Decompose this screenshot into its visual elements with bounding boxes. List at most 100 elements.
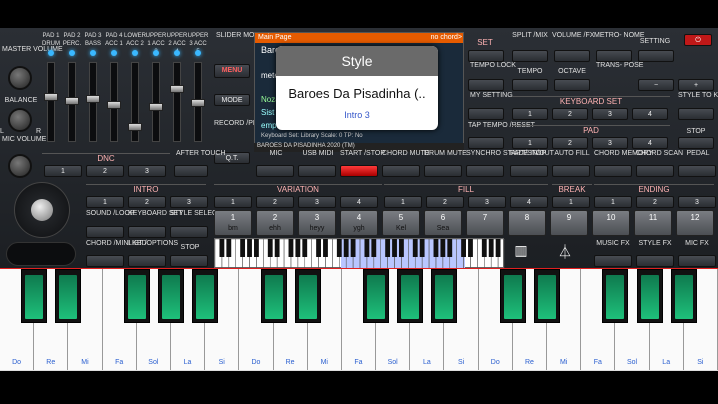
volume-slider-3[interactable] <box>86 62 100 142</box>
volume-slider-7[interactable] <box>170 62 184 142</box>
sample-pad-3[interactable]: 3 heyy <box>298 210 336 236</box>
synchro-button[interactable] <box>466 165 504 177</box>
tempo-lock-button[interactable] <box>468 79 504 91</box>
style-to-kbd-button[interactable] <box>678 108 714 120</box>
break-1-button[interactable]: 1 <box>552 196 590 208</box>
variation-4-button[interactable]: 4 <box>340 196 378 208</box>
slider-cap-8[interactable] <box>191 99 205 107</box>
black-key-6[interactable] <box>192 269 219 323</box>
slider-cap-2[interactable] <box>65 97 79 105</box>
sound-loop-button[interactable] <box>86 226 124 238</box>
black-key-1[interactable] <box>21 269 48 323</box>
black-key-2[interactable] <box>55 269 82 323</box>
keyboard-set-lower-button[interactable] <box>128 226 166 238</box>
mini-keyboard[interactable] <box>214 238 505 269</box>
mixer-icon[interactable]: ▥ <box>508 242 534 266</box>
black-key-18[interactable] <box>602 269 629 323</box>
black-key-4[interactable] <box>123 269 150 323</box>
pad-3-button[interactable]: 3 <box>592 137 628 149</box>
mic-volume-knob[interactable] <box>8 154 32 178</box>
intro-2-button[interactable]: 2 <box>128 196 166 208</box>
metronome-icon[interactable]: ⏃ <box>552 242 578 266</box>
set-button[interactable] <box>468 50 504 62</box>
list-options-button[interactable] <box>128 255 166 267</box>
slider-cap-5[interactable] <box>128 123 142 131</box>
chord-scan-button[interactable] <box>636 165 674 177</box>
black-key-15[interactable] <box>499 269 526 323</box>
chord-memory-button[interactable] <box>594 165 632 177</box>
tap-tempo-button[interactable] <box>468 137 504 149</box>
pedal-button[interactable] <box>678 165 716 177</box>
metronome-button[interactable] <box>596 50 632 62</box>
mic-fx-button[interactable] <box>678 255 716 267</box>
fill-3-button[interactable]: 3 <box>468 196 506 208</box>
pad-stop-button[interactable] <box>678 137 714 149</box>
tempo-button[interactable] <box>512 79 548 91</box>
ending-2-button[interactable]: 2 <box>636 196 674 208</box>
volume-fx-button[interactable] <box>554 50 590 62</box>
volume-slider-5[interactable] <box>128 62 142 142</box>
after-touch-button[interactable] <box>174 165 208 177</box>
sample-pad-11[interactable]: 11 <box>634 210 672 236</box>
black-key-8[interactable] <box>260 269 287 323</box>
setting-button[interactable] <box>638 50 674 62</box>
black-key-5[interactable] <box>157 269 184 323</box>
chord-mute-button[interactable] <box>382 165 420 177</box>
variation-1-button[interactable]: 1 <box>214 196 252 208</box>
mode-button[interactable]: MODE <box>214 94 250 106</box>
slider-cap-7[interactable] <box>170 85 184 93</box>
dnc-button-3[interactable]: 3 <box>128 165 166 177</box>
ending-3-button[interactable]: 3 <box>678 196 716 208</box>
keyboard-set-4-button[interactable]: 4 <box>632 108 668 120</box>
sample-pad-10[interactable]: 10 <box>592 210 630 236</box>
pad-4-button[interactable]: 4 <box>632 137 668 149</box>
fill-2-button[interactable]: 2 <box>426 196 464 208</box>
sample-pad-2[interactable]: 2 ehh <box>256 210 294 236</box>
menu-button[interactable]: MENU <box>214 64 250 78</box>
ending-1-button[interactable]: 1 <box>594 196 632 208</box>
black-key-9[interactable] <box>294 269 321 323</box>
volume-slider-6[interactable] <box>149 62 163 142</box>
usb-midi-button[interactable] <box>298 165 336 177</box>
music-fx-button[interactable] <box>594 255 632 267</box>
sample-pad-8[interactable]: 8 <box>508 210 546 236</box>
black-key-20[interactable] <box>670 269 697 323</box>
mic-button[interactable] <box>256 165 294 177</box>
pad-1-button[interactable]: 1 <box>512 137 548 149</box>
joystick-pad[interactable] <box>14 182 70 238</box>
volume-slider-1[interactable] <box>44 62 58 142</box>
pad-2-button[interactable]: 2 <box>552 137 588 149</box>
slider-cap-1[interactable] <box>44 93 58 101</box>
plus-button[interactable]: + <box>678 79 714 91</box>
sample-pad-9[interactable]: 9 <box>550 210 588 236</box>
style-select-button[interactable] <box>170 226 208 238</box>
sample-pad-5[interactable]: 5 Kel <box>382 210 420 236</box>
intro-3-button[interactable]: 3 <box>170 196 208 208</box>
drum-mute-button[interactable] <box>424 165 462 177</box>
intro-1-button[interactable]: 1 <box>86 196 124 208</box>
sample-pad-7[interactable]: 7 <box>466 210 504 236</box>
joystick-ball[interactable] <box>31 199 53 221</box>
variation-2-button[interactable]: 2 <box>256 196 294 208</box>
balance-knob[interactable] <box>8 108 32 132</box>
keyboard-set-1-button[interactable]: 1 <box>512 108 548 120</box>
style-popup[interactable]: Style Baroes Da Pisadinha (.. Intro 3 <box>276 46 438 130</box>
octave-button[interactable] <box>554 79 590 91</box>
sample-pad-6[interactable]: 6 Sea <box>424 210 462 236</box>
black-key-16[interactable] <box>534 269 561 323</box>
dnc-button-2[interactable]: 2 <box>86 165 124 177</box>
black-key-12[interactable] <box>397 269 424 323</box>
power-button[interactable]: ⏻ <box>684 34 712 46</box>
keyboard-set-3-button[interactable]: 3 <box>592 108 628 120</box>
black-key-11[interactable] <box>363 269 390 323</box>
volume-slider-4[interactable] <box>107 62 121 142</box>
pitch-bend-bar[interactable] <box>6 242 76 266</box>
sample-pad-12[interactable]: 12 <box>676 210 714 236</box>
black-key-19[interactable] <box>636 269 663 323</box>
fade-button[interactable] <box>510 165 548 177</box>
auto-fill-button[interactable] <box>552 165 590 177</box>
volume-slider-2[interactable] <box>65 62 79 142</box>
dnc-button-1[interactable]: 1 <box>44 165 82 177</box>
black-key-13[interactable] <box>431 269 458 323</box>
slider-cap-6[interactable] <box>149 103 163 111</box>
